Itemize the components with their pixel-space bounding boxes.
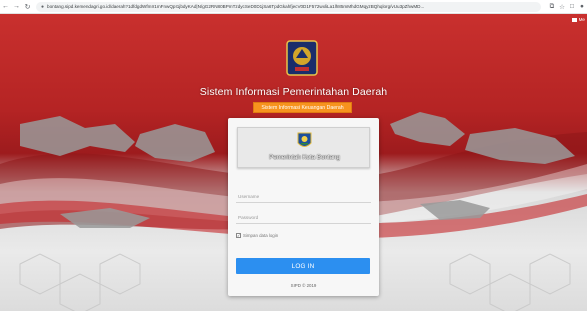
remember-label: Simpan data login: [243, 233, 279, 238]
url-text: bontang.sipd.kemendagri.go.id/daerah?1df…: [47, 4, 425, 9]
organization-header: Pemerintah Kota Bontang: [237, 127, 370, 168]
site-subtitle-badge: Sistem Informasi Keuangan Daerah: [253, 102, 352, 113]
username-field[interactable]: [236, 190, 371, 203]
remember-me[interactable]: ✓ Simpan data login: [236, 233, 278, 238]
password-field[interactable]: [236, 211, 371, 224]
extension-icon[interactable]: □: [567, 3, 577, 10]
share-icon[interactable]: ⧉: [547, 3, 557, 11]
lock-icon: ●: [41, 3, 45, 10]
copyright-text: SIPD © 2019: [290, 283, 317, 288]
organization-name: Pemerintah Kota Bontang: [269, 154, 340, 161]
reload-icon[interactable]: ↻: [22, 3, 33, 11]
remember-checkbox[interactable]: ✓: [236, 233, 241, 238]
star-icon[interactable]: ☆: [557, 3, 567, 11]
profile-icon[interactable]: ●: [577, 3, 587, 10]
site-title: Sistem Informasi Pemerintahan Daerah: [199, 86, 388, 98]
address-bar[interactable]: ● bontang.sipd.kemendagri.go.id/daerah?1…: [36, 1, 541, 12]
city-logo-icon: [297, 132, 312, 147]
back-arrow-icon[interactable]: ←: [0, 3, 11, 10]
flag-icon: [571, 17, 577, 22]
corner-badge[interactable]: Me: [571, 17, 585, 22]
page-background: Me Sistem Informasi Pemerintahan Daerah …: [0, 14, 587, 311]
login-button[interactable]: LOG IN: [236, 258, 370, 274]
browser-toolbar: ← → ↻ ● bontang.sipd.kemendagri.go.id/da…: [0, 0, 587, 14]
login-card: Pemerintah Kota Bontang ✓ Simpan data lo…: [228, 118, 379, 296]
forward-arrow-icon[interactable]: →: [11, 3, 22, 10]
kemendagri-emblem-icon: [286, 40, 318, 76]
